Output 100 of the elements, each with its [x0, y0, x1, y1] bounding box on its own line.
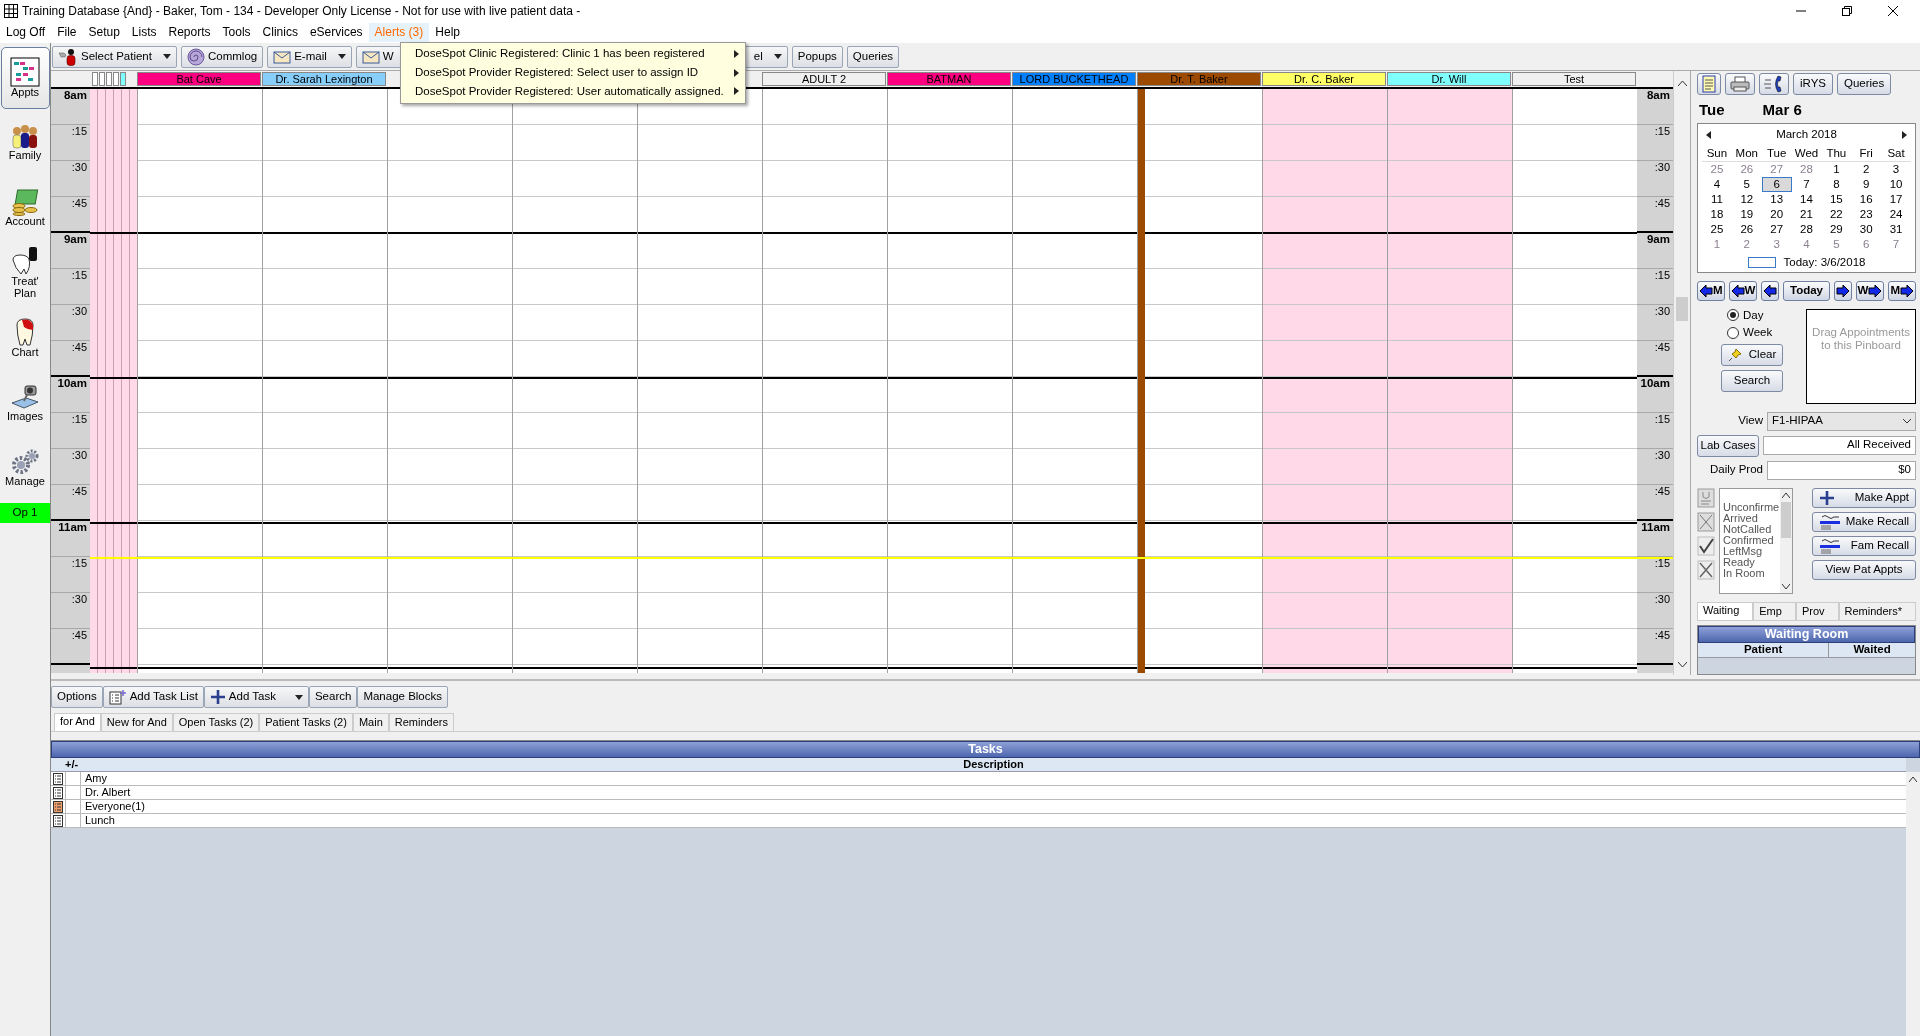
schedule-column[interactable]: [1012, 89, 1137, 673]
calendar-day[interactable]: 1: [1702, 236, 1732, 252]
status-list-item[interactable]: Confirmed: [1723, 534, 1780, 546]
calendar-day[interactable]: 25: [1702, 221, 1732, 237]
radio-button[interactable]: [1727, 327, 1739, 340]
search-button[interactable]: Search: [1721, 370, 1783, 393]
tab[interactable]: New for And: [100, 713, 173, 732]
schedule-column[interactable]: [762, 89, 887, 673]
schedule-column[interactable]: [1137, 89, 1262, 673]
toolbar-button[interactable]: E-mail: [267, 45, 352, 68]
module-button[interactable]: Appts: [0, 47, 50, 109]
toolbar-button[interactable]: Popups: [791, 45, 843, 68]
scroll-thumb[interactable]: [1676, 297, 1688, 321]
tab[interactable]: Emp: [1753, 601, 1796, 620]
provider-header[interactable]: Dr. Will: [1387, 72, 1511, 86]
calendar-day[interactable]: 30: [1851, 221, 1882, 237]
tab[interactable]: Reminders: [388, 713, 454, 732]
status-list-item[interactable]: Unconfirme: [1723, 501, 1780, 513]
task-list-icon[interactable]: [53, 814, 63, 827]
module-button[interactable]: Manage: [0, 437, 50, 499]
module-button[interactable]: Images: [0, 372, 50, 434]
alert-menu-item[interactable]: DoseSpot Provider Registered: User automatically assigned.: [401, 82, 745, 102]
calendar-day[interactable]: 27: [1761, 221, 1792, 237]
navigation-button[interactable]: M: [1697, 280, 1725, 301]
menu-item[interactable]: Log Off: [0, 23, 52, 42]
calendar-day[interactable]: 3: [1761, 236, 1792, 252]
calendar-day[interactable]: 24: [1881, 206, 1911, 222]
calendar-day[interactable]: 29: [1821, 221, 1852, 237]
calendar-day[interactable]: 15: [1821, 191, 1852, 207]
calendar-day[interactable]: 5: [1731, 176, 1762, 192]
view-dropdown[interactable]: F1-HIPAA: [1767, 411, 1916, 431]
module-button[interactable]: Chart: [0, 307, 50, 369]
radio-label[interactable]: Week: [1743, 326, 1773, 341]
calendar-day[interactable]: 7: [1791, 176, 1822, 192]
radio-button[interactable]: [1727, 309, 1739, 322]
calendar-day[interactable]: 28: [1791, 161, 1822, 177]
table-cell[interactable]: Lunch: [81, 814, 115, 828]
calendar-day[interactable]: 12: [1731, 191, 1762, 207]
tab[interactable]: for And: [54, 713, 101, 732]
calendar-day[interactable]: 6: [1851, 236, 1882, 252]
menu-item[interactable]: Setup: [82, 23, 126, 42]
tab[interactable]: Prov: [1795, 601, 1839, 620]
calendar-day[interactable]: 20: [1761, 206, 1792, 222]
calendar-day[interactable]: 25: [1702, 161, 1732, 177]
toolbar-button[interactable]: Commlog: [180, 45, 264, 68]
calendar-day[interactable]: 6: [1761, 176, 1792, 192]
schedule-column[interactable]: [1512, 89, 1637, 673]
task-list-icon[interactable]: [53, 800, 63, 813]
calendar-day[interactable]: 16: [1851, 191, 1882, 207]
task-list-icon[interactable]: [53, 786, 63, 799]
menu-item[interactable]: eServices: [303, 23, 369, 42]
calendar-day[interactable]: 27: [1761, 161, 1792, 177]
lab-cases-button[interactable]: Lab Cases: [1697, 434, 1759, 457]
toolbar-button[interactable]: Search: [308, 686, 358, 708]
provider-header[interactable]: Test: [1512, 72, 1636, 86]
today-link[interactable]: Today: 3/6/2018: [1783, 255, 1866, 270]
list-scrollbar[interactable]: [1780, 488, 1792, 593]
navigation-button[interactable]: M: [1888, 280, 1916, 301]
calendar-day[interactable]: 4: [1702, 176, 1732, 192]
action-button[interactable]: Fam Recall: [1812, 535, 1916, 556]
print-button[interactable]: [1725, 73, 1755, 95]
calendar-day[interactable]: 9: [1851, 176, 1882, 192]
action-button[interactable]: Make Appt: [1812, 487, 1916, 508]
calendar-day[interactable]: 13: [1761, 191, 1792, 207]
status-list-item[interactable]: Arrived: [1723, 512, 1780, 524]
calendar-day[interactable]: 28: [1791, 221, 1822, 237]
table-cell[interactable]: Amy: [81, 772, 107, 786]
radio-label[interactable]: Day: [1743, 308, 1764, 323]
tab[interactable]: Waiting: [1697, 601, 1754, 620]
calendar-day[interactable]: 4: [1791, 236, 1822, 252]
action-button[interactable]: View Pat Appts: [1812, 559, 1916, 580]
toolbar-button[interactable]: Add Task List: [102, 686, 204, 708]
table-cell[interactable]: Dr. Albert: [81, 786, 131, 800]
calendar-day[interactable]: 26: [1731, 161, 1762, 177]
menu-item[interactable]: Lists: [125, 23, 163, 42]
toolbar-button[interactable]: Queries: [1837, 73, 1892, 95]
navigation-button[interactable]: Today: [1783, 280, 1830, 301]
navigation-button[interactable]: W: [1855, 280, 1885, 301]
toolbar-button[interactable]: Options: [51, 686, 103, 708]
clear-button[interactable]: Clear: [1721, 344, 1783, 367]
calendar-day[interactable]: 7: [1881, 236, 1911, 252]
calendar-day[interactable]: 21: [1791, 206, 1822, 222]
calendar-day[interactable]: 1: [1821, 161, 1852, 177]
module-button[interactable]: Treat' Plan: [0, 242, 50, 304]
tab[interactable]: Open Tasks (2): [172, 713, 260, 732]
alert-menu-item[interactable]: DoseSpot Clinic Registered: Clinic 1 has been registered: [401, 45, 745, 64]
menu-item[interactable]: File: [51, 23, 83, 42]
calendar-day[interactable]: 17: [1881, 191, 1911, 207]
calendar-day[interactable]: 10: [1881, 176, 1911, 192]
menu-item[interactable]: Help: [429, 23, 466, 42]
action-button[interactable]: Make Recall: [1812, 511, 1916, 532]
schedule-column[interactable]: [262, 89, 387, 673]
tab[interactable]: Main: [352, 713, 389, 732]
provider-header[interactable]: LORD BUCKETHEAD: [1012, 72, 1136, 86]
toolbar-button[interactable]: Queries: [846, 45, 900, 68]
task-list-icon[interactable]: [53, 772, 63, 785]
navigation-button[interactable]: W: [1728, 280, 1758, 301]
calendar-day[interactable]: 26: [1731, 221, 1762, 237]
tab[interactable]: Patient Tasks (2): [259, 713, 353, 732]
schedule-column[interactable]: [137, 89, 262, 673]
